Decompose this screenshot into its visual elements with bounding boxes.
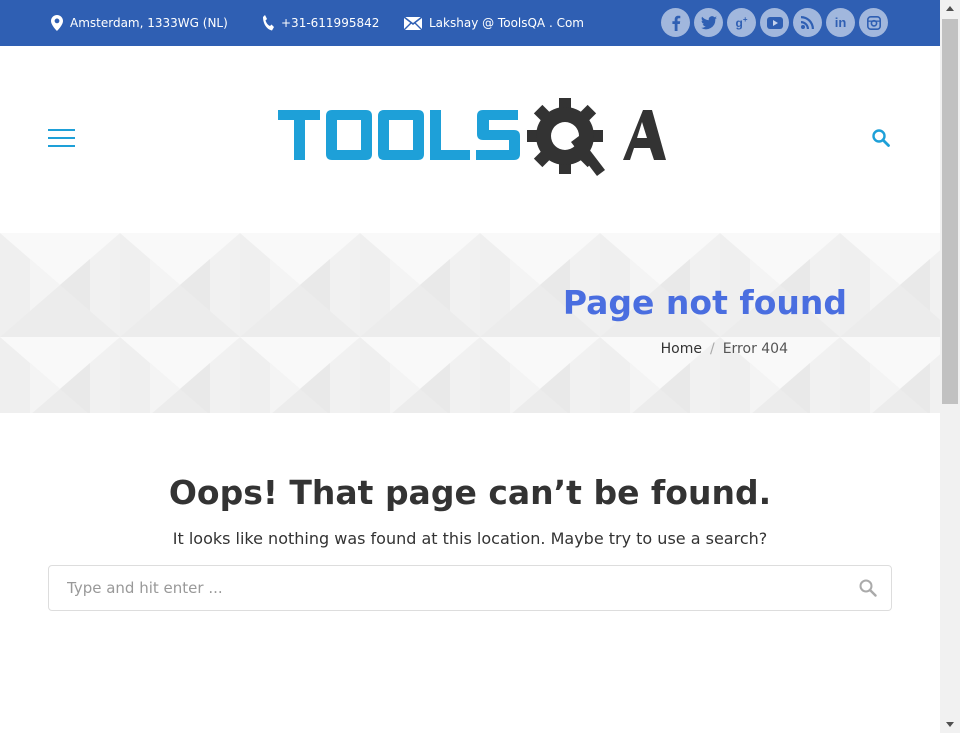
site-header <box>0 46 940 233</box>
error-heading: Oops! That page can’t be found. <box>168 473 772 512</box>
vertical-scrollbar[interactable] <box>940 0 960 733</box>
scroll-down-arrow-icon[interactable] <box>940 716 960 733</box>
google-plus-icon[interactable]: g+ <box>727 8 756 37</box>
location-pin-icon <box>51 15 63 31</box>
scroll-up-arrow-icon[interactable] <box>940 0 960 17</box>
breadcrumb-current: Error 404 <box>722 341 788 357</box>
phone-text[interactable]: +31-611995842 <box>281 16 379 30</box>
breadcrumb: Home / Error 404 <box>661 341 788 357</box>
email-info[interactable]: Lakshay @ ToolsQA . Com <box>404 0 584 46</box>
search-form <box>48 565 892 611</box>
facebook-icon[interactable] <box>661 8 690 37</box>
hamburger-menu-icon[interactable] <box>48 129 75 149</box>
rss-icon[interactable] <box>793 8 822 37</box>
page-title: Page not found <box>562 283 847 322</box>
search-input[interactable] <box>49 566 849 610</box>
address-text: Amsterdam, 1333WG (NL) <box>70 16 228 30</box>
main-content: Oops! That page can’t be found. It looks… <box>0 413 940 733</box>
email-text[interactable]: Lakshay @ ToolsQA . Com <box>429 16 584 30</box>
twitter-icon[interactable] <box>694 8 723 37</box>
instagram-icon[interactable] <box>859 8 888 37</box>
error-message: It looks like nothing was found at this … <box>172 529 768 548</box>
toolsqa-logo[interactable] <box>278 98 668 190</box>
linkedin-icon[interactable]: in <box>826 8 855 37</box>
breadcrumb-home-link[interactable]: Home <box>661 341 702 357</box>
envelope-icon <box>404 16 422 30</box>
search-submit-icon[interactable] <box>859 579 877 597</box>
top-contact-bar: Amsterdam, 1333WG (NL) +31-611995842 Lak… <box>0 0 940 46</box>
phone-info[interactable]: +31-611995842 <box>262 0 379 46</box>
search-icon[interactable] <box>872 129 890 147</box>
page-title-banner: Page not found Home / Error 404 <box>0 233 940 413</box>
breadcrumb-separator: / <box>709 341 715 357</box>
youtube-icon[interactable] <box>760 8 789 37</box>
scrollbar-thumb[interactable] <box>942 19 958 404</box>
triangle-pattern-background <box>0 233 940 413</box>
social-links: g+ in <box>661 8 888 37</box>
address-info: Amsterdam, 1333WG (NL) <box>51 0 228 46</box>
phone-icon <box>263 15 274 31</box>
